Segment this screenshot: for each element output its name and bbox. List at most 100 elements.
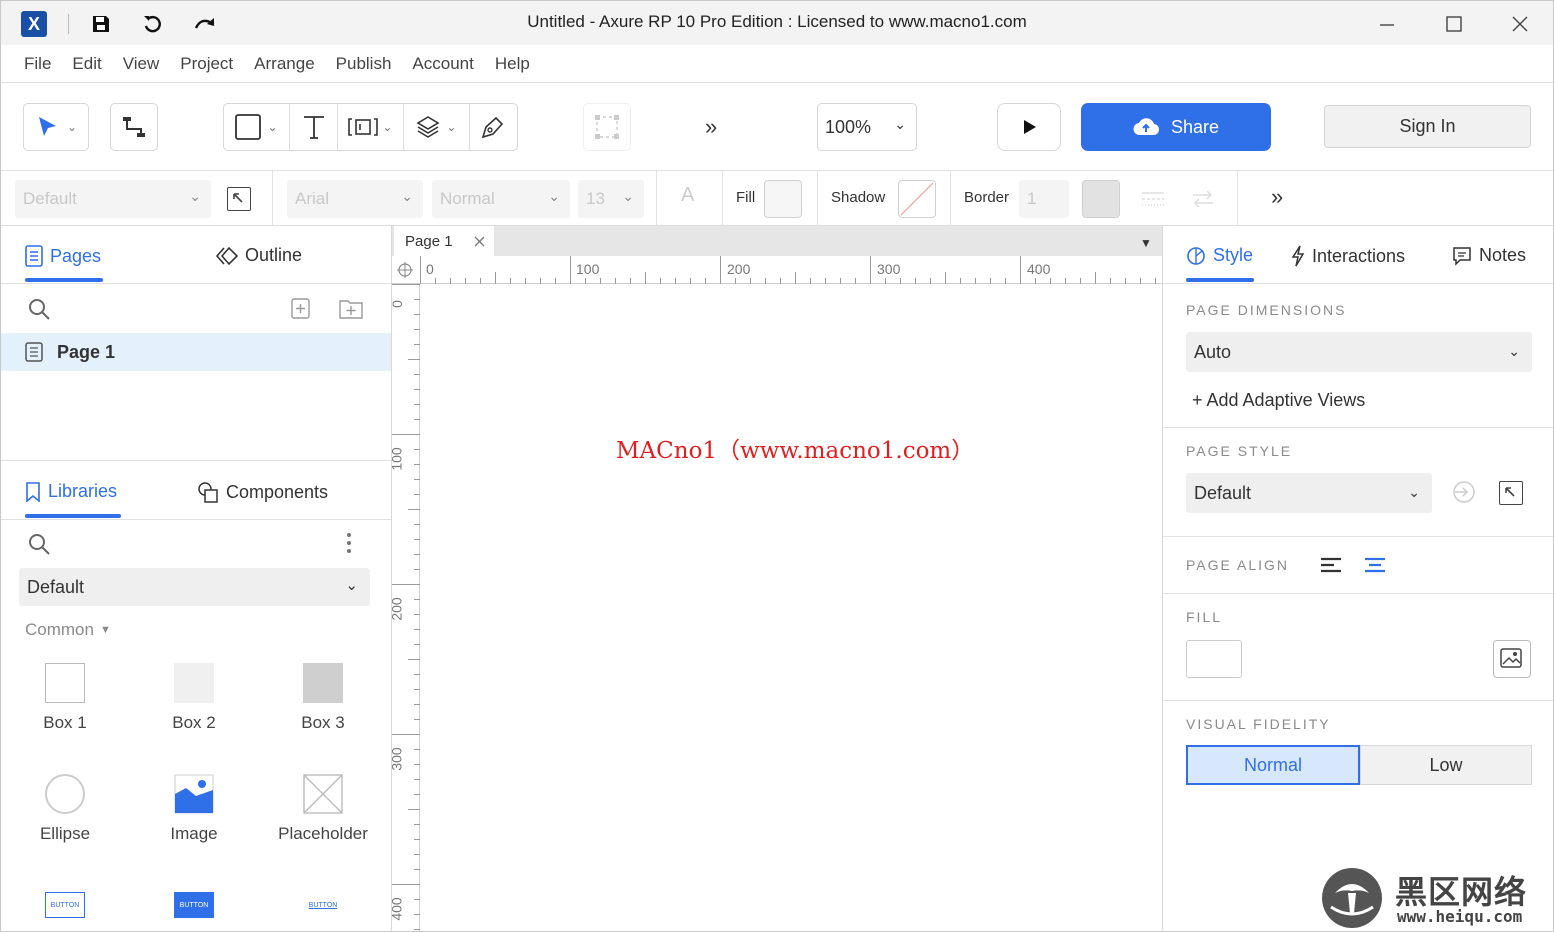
chevron-down-icon: ⌄ [345, 577, 358, 594]
panel-divider [1163, 283, 1553, 284]
layers-tool-button[interactable]: ⌄ [404, 104, 470, 150]
preview-button[interactable] [997, 103, 1061, 151]
outline-icon [216, 246, 238, 265]
apply-style-icon[interactable] [1452, 480, 1476, 509]
widget-style-select[interactable]: Default ⌄ [15, 180, 211, 218]
search-icon[interactable] [28, 298, 50, 325]
border-color-swatch[interactable] [1082, 180, 1120, 218]
chevron-down-icon: ⌄ [1508, 343, 1520, 359]
connector-icon [123, 117, 145, 137]
tab-interactions[interactable]: Interactions [1291, 245, 1405, 267]
search-icon[interactable] [28, 533, 50, 560]
zoom-select[interactable]: 100% ⌄ [817, 103, 917, 151]
align-center-icon[interactable] [1364, 557, 1386, 578]
widget-button-primary[interactable]: BUTTON [174, 892, 214, 918]
widget-placeholder[interactable]: Placeholder [263, 774, 383, 844]
widget-image[interactable]: Image [134, 774, 254, 844]
page-icon [25, 342, 43, 362]
sign-in-button[interactable]: Sign In [1324, 105, 1531, 148]
chevron-down-icon: ⌄ [267, 120, 278, 134]
add-page-icon[interactable] [291, 298, 311, 325]
menu-view[interactable]: View [123, 54, 160, 74]
insert-tools-group: ⌄ ⌄ ⌄ [223, 103, 518, 151]
widget-box3[interactable]: Box 3 [263, 663, 383, 733]
maximize-icon[interactable] [1441, 11, 1467, 37]
close-icon[interactable] [1507, 11, 1533, 37]
panel-divider [1163, 427, 1553, 428]
close-tab-icon[interactable] [474, 236, 485, 247]
widget-label: Placeholder [278, 824, 368, 843]
minimize-icon[interactable] [1374, 11, 1400, 37]
align-left-icon[interactable] [1320, 557, 1342, 578]
main-toolbar: ⌄ ⌄ ⌄ ⌄ » 100% ⌄ Share Sign In [1, 83, 1553, 171]
fidelity-normal-button[interactable]: Normal [1186, 745, 1360, 785]
page-style-select[interactable]: Default ⌄ [1186, 473, 1432, 513]
category-header[interactable]: Common ▼ [25, 620, 111, 640]
arrow-style-icon[interactable] [1191, 189, 1215, 209]
tab-notes[interactable]: Notes [1452, 245, 1526, 266]
page-fill-swatch[interactable] [1186, 640, 1242, 678]
group-transform-button[interactable] [583, 103, 631, 151]
text-tool-button[interactable] [290, 104, 338, 150]
rectangle-tool-button[interactable]: ⌄ [224, 104, 290, 150]
font-size-select[interactable]: 13 ⌄ [578, 180, 644, 218]
h-ruler-label: 300 [877, 261, 901, 277]
site-watermark: 黑区网络 www.heiqu.com [1321, 867, 1551, 929]
page-tab[interactable]: Page 1 [394, 226, 494, 256]
page-tree-item[interactable]: Page 1 [1, 333, 391, 371]
text-color-icon[interactable]: A [681, 184, 694, 207]
fill-color-swatch[interactable] [764, 180, 802, 218]
tab-pages-label: Pages [50, 245, 102, 266]
ruler-origin-icon[interactable] [397, 262, 413, 278]
library-select-value: Default [27, 576, 85, 597]
widget-button-outline[interactable]: BUTTON [45, 892, 85, 918]
pen-icon [481, 116, 504, 139]
kebab-menu-icon[interactable] [345, 532, 353, 559]
tab-style[interactable]: Style [1186, 245, 1253, 266]
share-button[interactable]: Share [1081, 103, 1271, 151]
menu-project[interactable]: Project [180, 54, 233, 74]
connector-tool-button[interactable] [110, 103, 158, 151]
widget-ellipse[interactable]: Ellipse [5, 774, 125, 844]
more-tools-icon[interactable]: » [705, 114, 717, 140]
add-adaptive-views-link[interactable]: + Add Adaptive Views [1192, 390, 1365, 411]
border-width-input[interactable]: 1 [1019, 180, 1069, 218]
tab-pages[interactable]: Pages [25, 245, 101, 267]
widget-box2[interactable]: Box 2 [134, 663, 254, 733]
widget-box1[interactable]: Box 1 [5, 663, 125, 733]
border-style-icon[interactable] [1141, 189, 1165, 209]
page-tab-strip: Page 1 ▼ [392, 226, 1162, 256]
bookmark-icon [26, 481, 40, 502]
font-weight-select[interactable]: Normal ⌄ [432, 180, 570, 218]
tab-components[interactable]: Components [197, 481, 328, 503]
menu-help[interactable]: Help [495, 54, 530, 74]
text-icon [303, 116, 324, 139]
chevron-down-icon: ⌄ [401, 188, 413, 204]
pen-tool-button[interactable] [470, 104, 516, 150]
widget-button-link[interactable]: BUTTON [303, 892, 343, 918]
style-manager-icon[interactable] [1499, 481, 1523, 505]
style-manager-icon[interactable] [227, 187, 251, 211]
menu-publish[interactable]: Publish [336, 54, 392, 74]
page-dimensions-select[interactable]: Auto ⌄ [1186, 332, 1532, 372]
format-bar: Default ⌄ Arial ⌄ Normal ⌄ 13 ⌄ A Fill S… [1, 171, 1553, 226]
v-ruler-label: 400 [388, 897, 405, 921]
font-family-select[interactable]: Arial ⌄ [287, 180, 423, 218]
tab-list-icon[interactable]: ▼ [1140, 236, 1152, 250]
tab-outline[interactable]: Outline [216, 245, 302, 266]
hotspot-tool-button[interactable]: ⌄ [338, 104, 404, 150]
menu-edit[interactable]: Edit [72, 54, 101, 74]
menu-arrange[interactable]: Arrange [254, 54, 314, 74]
h-ruler-label: 200 [727, 261, 751, 277]
menu-file[interactable]: File [24, 54, 51, 74]
library-select[interactable]: Default ⌄ [19, 568, 370, 606]
shadow-swatch[interactable] [898, 180, 936, 218]
format-divider [656, 171, 657, 226]
tab-libraries[interactable]: Libraries [25, 481, 117, 502]
more-format-icon[interactable]: » [1271, 184, 1283, 210]
fidelity-low-button[interactable]: Low [1360, 745, 1532, 785]
select-tool-button[interactable]: ⌄ [23, 103, 89, 151]
fill-image-button[interactable] [1493, 640, 1531, 678]
menu-account[interactable]: Account [412, 54, 473, 74]
add-folder-icon[interactable] [339, 298, 363, 325]
